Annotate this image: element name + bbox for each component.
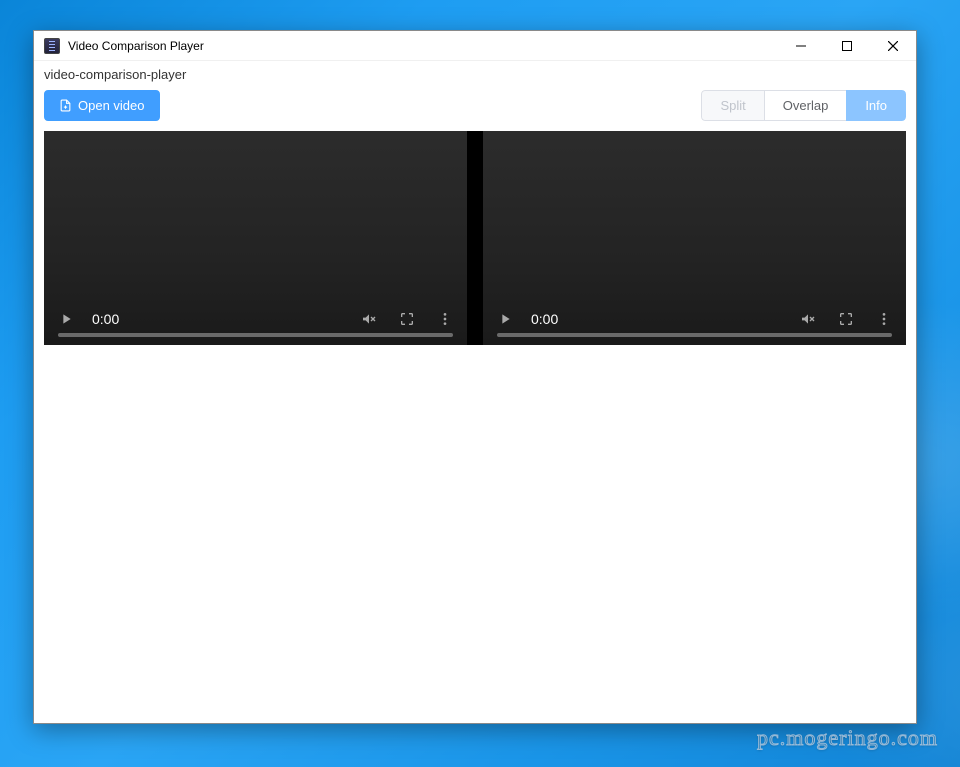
close-icon <box>888 41 898 51</box>
tab-split[interactable]: Split <box>701 90 764 121</box>
time-display-right: 0:00 <box>531 311 558 327</box>
minimize-button[interactable] <box>778 31 824 60</box>
open-video-button[interactable]: Open video <box>44 90 160 121</box>
tab-info[interactable]: Info <box>846 90 906 121</box>
video-player-left[interactable]: 0:00 <box>44 131 467 345</box>
window-title: Video Comparison Player <box>68 39 778 53</box>
desktop-background: Video Comparison Player video-comparison… <box>0 0 960 767</box>
app-window: Video Comparison Player video-comparison… <box>33 30 917 724</box>
video-controls-right: 0:00 <box>483 293 906 345</box>
maximize-button[interactable] <box>824 31 870 60</box>
fullscreen-icon[interactable] <box>399 311 415 327</box>
video-player-right[interactable]: 0:00 <box>483 131 906 345</box>
more-options-icon[interactable] <box>876 311 892 327</box>
video-compare-area: 0:00 <box>44 131 906 345</box>
page-subtitle: video-comparison-player <box>34 61 916 90</box>
progress-bar-right[interactable] <box>497 333 892 337</box>
toolbar: Open video Split Overlap Info <box>34 90 916 131</box>
volume-muted-icon[interactable] <box>361 311 377 327</box>
video-canvas-left[interactable] <box>44 131 467 293</box>
window-controls <box>778 31 916 60</box>
time-display-left: 0:00 <box>92 311 119 327</box>
play-icon[interactable] <box>497 311 513 327</box>
video-controls-left: 0:00 <box>44 293 467 345</box>
app-icon <box>44 38 60 54</box>
view-mode-group: Split Overlap Info <box>701 90 906 121</box>
progress-bar-left[interactable] <box>58 333 453 337</box>
maximize-icon <box>842 41 852 51</box>
play-icon[interactable] <box>58 311 74 327</box>
open-video-label: Open video <box>78 98 145 113</box>
fullscreen-icon[interactable] <box>838 311 854 327</box>
titlebar[interactable]: Video Comparison Player <box>34 31 916 61</box>
video-canvas-right[interactable] <box>483 131 906 293</box>
close-button[interactable] <box>870 31 916 60</box>
more-options-icon[interactable] <box>437 311 453 327</box>
file-plus-icon <box>59 99 72 112</box>
minimize-icon <box>796 41 806 51</box>
watermark-text: pc.mogeringo.com <box>757 725 938 751</box>
tab-overlap[interactable]: Overlap <box>764 90 848 121</box>
volume-muted-icon[interactable] <box>800 311 816 327</box>
